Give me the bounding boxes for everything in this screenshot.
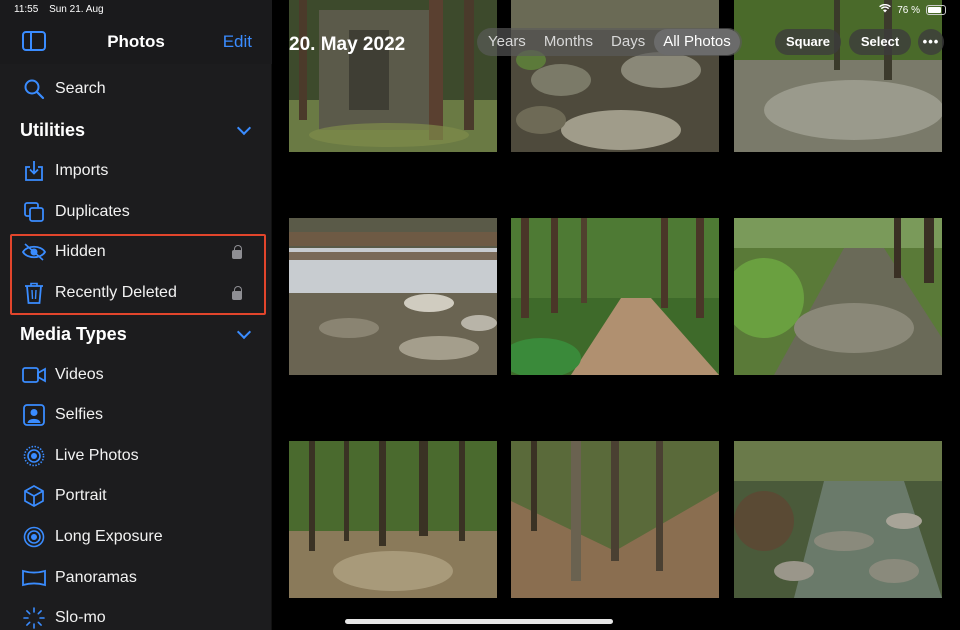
segment-all-photos[interactable]: All Photos (654, 29, 740, 55)
status-bar-right: 76 % (879, 3, 946, 16)
photo-thumbnail[interactable] (734, 0, 942, 152)
photo-thumbnail[interactable] (734, 441, 942, 598)
selfie-icon (22, 403, 46, 427)
select-button[interactable]: Select (849, 29, 911, 55)
wifi-icon (879, 3, 892, 16)
sidebar-item-label: Live Photos (55, 447, 139, 464)
photo-thumbnail[interactable] (289, 441, 497, 598)
chevron-down-icon[interactable] (236, 324, 252, 340)
sidebar-item-label: Panoramas (55, 569, 137, 586)
photo-thumbnail[interactable] (289, 218, 497, 375)
sidebar-item-label: Duplicates (55, 203, 130, 220)
photo-thumbnail[interactable] (289, 0, 497, 152)
portrait-cube-icon (22, 484, 46, 508)
battery-percent: 76 % (897, 4, 920, 16)
sidebar-item-videos[interactable]: Videos (0, 355, 272, 395)
photo-thumbnail[interactable] (511, 441, 719, 598)
status-bar-left: 11:55 Sun 21. Aug (14, 4, 112, 15)
photo-library: 20. May 2022 Years Months Days All Photo… (273, 0, 960, 630)
segment-days[interactable]: Days (602, 29, 654, 55)
sidebar-item-live-photos[interactable]: Live Photos (0, 436, 272, 476)
edit-button[interactable]: Edit (223, 32, 252, 52)
status-time: 11:55 (14, 4, 39, 15)
imports-icon (22, 159, 46, 183)
date-title: 20. May 2022 (289, 34, 406, 55)
segment-years[interactable]: Years (479, 29, 535, 55)
more-button[interactable]: ••• (918, 29, 944, 55)
panorama-icon (22, 566, 46, 590)
sidebar-item-label: Videos (55, 366, 104, 383)
battery-icon (926, 5, 946, 15)
search-icon (22, 77, 46, 101)
sidebar-item-search[interactable]: Search (0, 69, 272, 109)
sidebar-item-label: Long Exposure (55, 528, 163, 545)
sidebar-item-label: Slo-mo (55, 609, 106, 626)
sidebar-item-selfies[interactable]: Selfies (0, 395, 272, 435)
section-header-media-types[interactable]: Media Types (20, 324, 127, 345)
slo-mo-icon (22, 606, 46, 630)
photo-thumbnail[interactable] (734, 218, 942, 375)
sidebar-item-label: Portrait (55, 487, 107, 504)
view-segmented-control: Years Months Days All Photos (477, 28, 742, 56)
sidebar: Photos Edit Search Utilities Imports Dup… (0, 0, 272, 630)
ellipsis-icon: ••• (922, 34, 940, 49)
segment-months[interactable]: Months (535, 29, 602, 55)
duplicates-icon (22, 200, 46, 224)
status-date: Sun 21. Aug (49, 4, 104, 15)
sidebar-item-panoramas[interactable]: Panoramas (0, 558, 272, 598)
sidebar-item-imports[interactable]: Imports (0, 151, 272, 191)
sidebar-item-long-exposure[interactable]: Long Exposure (0, 517, 272, 557)
chevron-down-icon[interactable] (236, 120, 252, 136)
photo-thumbnail[interactable] (511, 0, 719, 152)
sidebar-item-portrait[interactable]: Portrait (0, 476, 272, 516)
sidebar-item-label: Search (55, 80, 106, 97)
sidebar-item-duplicates[interactable]: Duplicates (0, 192, 272, 232)
highlight-box (10, 234, 266, 315)
live-photos-icon (22, 444, 46, 468)
sidebar-item-label: Selfies (55, 406, 104, 423)
photo-thumbnail[interactable] (511, 218, 719, 375)
section-header-utilities[interactable]: Utilities (20, 120, 85, 141)
square-button[interactable]: Square (775, 29, 841, 55)
home-indicator[interactable] (345, 619, 613, 624)
video-icon (22, 363, 46, 387)
long-exposure-icon (22, 525, 46, 549)
sidebar-item-label: Imports (55, 162, 109, 179)
sidebar-item-slo-mo[interactable]: Slo-mo (0, 598, 272, 630)
